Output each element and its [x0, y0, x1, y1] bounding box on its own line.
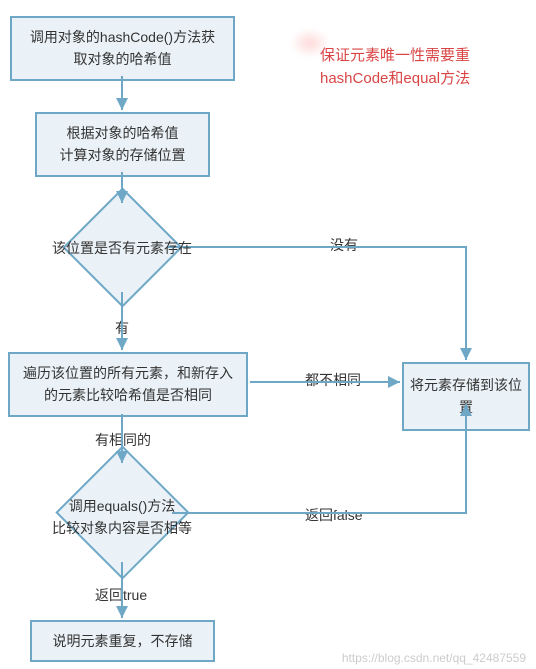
annotation-line1: 保证元素唯一性需要重 [320, 45, 470, 68]
decision-equals-text: 调用equals()方法 比较对象内容是否相等 [22, 495, 222, 540]
annotation-line2: hashCode和equal方法 [320, 68, 470, 91]
node5-line1: 调用equals()方法 [22, 495, 222, 517]
edge-label-ret-false: 返回false [305, 505, 363, 525]
node-hashcode-call: 调用对象的hashCode()方法获 取对象的哈希值 [10, 16, 235, 81]
node-traverse-compare: 遍历该位置的所有元素，和新存入 的元素比较哈希值是否相同 [8, 352, 248, 417]
edge-label-has-same: 有相同的 [95, 430, 151, 450]
edge-label-ret-true: 返回true [95, 585, 147, 605]
edge-label-all-diff: 都不相同 [305, 370, 361, 390]
flow-arrows [0, 0, 536, 669]
node7-text: 将元素存储到该位置 [410, 377, 522, 415]
edge-label-no-exist: 没有 [330, 235, 358, 255]
node-compute-position: 根据对象的哈希值 计算对象的存储位置 [35, 112, 210, 177]
node6-text: 说明元素重复，不存储 [53, 633, 193, 649]
node5-line2: 比较对象内容是否相等 [22, 517, 222, 539]
node-store-element: 将元素存储到该位置 [402, 362, 530, 431]
node1-line2: 取对象的哈希值 [22, 48, 223, 70]
watermark-text: https://blog.csdn.net/qq_42487559 [342, 651, 526, 665]
node-duplicate-skip: 说明元素重复，不存储 [30, 620, 215, 662]
node4-line1: 遍历该位置的所有元素，和新存入 [20, 362, 236, 384]
node1-line1: 调用对象的hashCode()方法获 [22, 26, 223, 48]
node4-line2: 的元素比较哈希值是否相同 [20, 384, 236, 406]
decision-has-element-text: 该位置是否有元素存在 [22, 237, 222, 259]
edge-label-has: 有 [115, 318, 129, 338]
node2-line1: 根据对象的哈希值 [47, 122, 198, 144]
annotation-text: 保证元素唯一性需要重 hashCode和equal方法 [320, 45, 470, 90]
node2-line2: 计算对象的存储位置 [47, 144, 198, 166]
